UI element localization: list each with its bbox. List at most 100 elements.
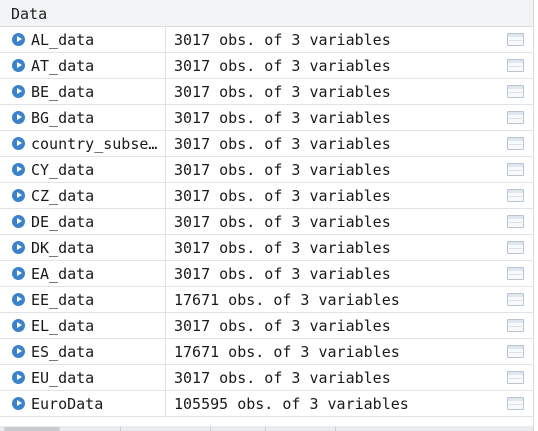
expand-arrow-icon[interactable] xyxy=(12,397,25,410)
object-summary: 3017 obs. of 3 variables xyxy=(174,265,391,283)
object-name-cell: EA_data xyxy=(0,261,166,286)
data-object-row[interactable]: ES_data 17671 obs. of 3 variables xyxy=(0,339,533,365)
object-summary: 105595 obs. of 3 variables xyxy=(174,395,409,413)
object-name: DE_data xyxy=(31,213,95,231)
data-object-row[interactable]: DK_data 3017 obs. of 3 variables xyxy=(0,235,533,261)
object-name-cell: ES_data xyxy=(0,339,166,364)
scrollbar-thumb[interactable] xyxy=(4,427,60,431)
data-object-list: AL_data 3017 obs. of 3 variables AT_data 30… xyxy=(0,27,533,417)
data-section-header: Data xyxy=(0,0,533,27)
expand-arrow-icon[interactable] xyxy=(12,345,25,358)
horizontal-scrollbar[interactable] xyxy=(0,426,533,431)
expand-arrow-icon[interactable] xyxy=(12,293,25,306)
data-grid-icon[interactable] xyxy=(507,163,524,176)
object-summary: 17671 obs. of 3 variables xyxy=(174,291,400,309)
object-summary: 3017 obs. of 3 variables xyxy=(174,57,391,75)
object-summary: 3017 obs. of 3 variables xyxy=(174,317,391,335)
object-name: AT_data xyxy=(31,57,95,75)
object-name: ES_data xyxy=(31,343,95,361)
object-name-cell: EuroData xyxy=(0,391,166,416)
data-object-row[interactable]: CY_data 3017 obs. of 3 variables xyxy=(0,157,533,183)
object-name-cell: BG_data xyxy=(0,105,166,130)
data-grid-icon[interactable] xyxy=(507,85,524,98)
object-name: EL_data xyxy=(31,317,95,335)
data-grid-icon[interactable] xyxy=(507,215,524,228)
object-name: EA_data xyxy=(31,265,95,283)
object-name-cell: EU_data xyxy=(0,365,166,390)
data-grid-icon[interactable] xyxy=(507,111,524,124)
data-object-row[interactable]: EU_data 3017 obs. of 3 variables xyxy=(0,365,533,391)
expand-arrow-icon[interactable] xyxy=(12,215,25,228)
object-name: EE_data xyxy=(31,291,95,309)
scrollbar-divider xyxy=(265,427,266,431)
object-name-cell: BE_data xyxy=(0,79,166,104)
section-title: Data xyxy=(11,5,48,23)
data-grid-icon[interactable] xyxy=(507,293,524,306)
expand-arrow-icon[interactable] xyxy=(12,371,25,384)
object-name-cell: EL_data xyxy=(0,313,166,338)
object-summary: 3017 obs. of 3 variables xyxy=(174,135,391,153)
expand-arrow-icon[interactable] xyxy=(12,59,25,72)
expand-arrow-icon[interactable] xyxy=(12,85,25,98)
data-object-row[interactable]: EuroData 105595 obs. of 3 variables xyxy=(0,391,533,417)
expand-arrow-icon[interactable] xyxy=(12,137,25,150)
object-summary: 3017 obs. of 3 variables xyxy=(174,31,391,49)
data-object-row[interactable]: EE_data 17671 obs. of 3 variables xyxy=(0,287,533,313)
data-grid-icon[interactable] xyxy=(507,319,524,332)
object-summary: 3017 obs. of 3 variables xyxy=(174,83,391,101)
object-name: AL_data xyxy=(31,31,95,49)
data-grid-icon[interactable] xyxy=(507,345,524,358)
data-object-row[interactable]: BG_data 3017 obs. of 3 variables xyxy=(0,105,533,131)
object-name: DK_data xyxy=(31,239,95,257)
data-object-row[interactable]: CZ_data 3017 obs. of 3 variables xyxy=(0,183,533,209)
data-object-row[interactable]: DE_data 3017 obs. of 3 variables xyxy=(0,209,533,235)
expand-arrow-icon[interactable] xyxy=(12,33,25,46)
expand-arrow-icon[interactable] xyxy=(12,267,25,280)
object-name-cell: DE_data xyxy=(0,209,166,234)
data-object-row[interactable]: BE_data 3017 obs. of 3 variables xyxy=(0,79,533,105)
environment-panel: Data AL_data 3017 obs. of 3 variables AT_d… xyxy=(0,0,534,431)
data-object-row[interactable]: AT_data 3017 obs. of 3 variables xyxy=(0,53,533,79)
object-name-cell: AT_data xyxy=(0,53,166,78)
object-name-cell: DK_data xyxy=(0,235,166,260)
data-grid-icon[interactable] xyxy=(507,137,524,150)
expand-arrow-icon[interactable] xyxy=(12,319,25,332)
object-name-cell: country_subse… xyxy=(0,131,166,156)
object-summary: 17671 obs. of 3 variables xyxy=(174,343,400,361)
object-summary: 3017 obs. of 3 variables xyxy=(174,213,391,231)
scrollbar-divider xyxy=(335,427,336,431)
expand-arrow-icon[interactable] xyxy=(12,163,25,176)
object-name-cell: CY_data xyxy=(0,157,166,182)
object-name: EU_data xyxy=(31,369,95,387)
object-name: CY_data xyxy=(31,161,95,179)
object-summary: 3017 obs. of 3 variables xyxy=(174,239,391,257)
data-grid-icon[interactable] xyxy=(507,371,524,384)
scrollbar-divider xyxy=(120,427,121,431)
object-name-cell: EE_data xyxy=(0,287,166,312)
object-summary: 3017 obs. of 3 variables xyxy=(174,187,391,205)
data-grid-icon[interactable] xyxy=(507,59,524,72)
expand-arrow-icon[interactable] xyxy=(12,111,25,124)
expand-arrow-icon[interactable] xyxy=(12,189,25,202)
data-grid-icon[interactable] xyxy=(507,189,524,202)
object-summary: 3017 obs. of 3 variables xyxy=(174,109,391,127)
data-grid-icon[interactable] xyxy=(507,241,524,254)
data-grid-icon[interactable] xyxy=(507,33,524,46)
object-summary: 3017 obs. of 3 variables xyxy=(174,161,391,179)
data-object-row[interactable]: AL_data 3017 obs. of 3 variables xyxy=(0,27,533,53)
scrollbar-divider xyxy=(210,427,211,431)
object-name: EuroData xyxy=(31,395,104,413)
data-object-row[interactable]: country_subse… 3017 obs. of 3 variables xyxy=(0,131,533,157)
object-name: BE_data xyxy=(31,83,95,101)
object-name-cell: AL_data xyxy=(0,27,166,52)
data-grid-icon[interactable] xyxy=(507,397,524,410)
object-summary: 3017 obs. of 3 variables xyxy=(174,369,391,387)
object-name: BG_data xyxy=(31,109,95,127)
expand-arrow-icon[interactable] xyxy=(12,241,25,254)
object-name-cell: CZ_data xyxy=(0,183,166,208)
data-object-row[interactable]: EA_data 3017 obs. of 3 variables xyxy=(0,261,533,287)
data-grid-icon[interactable] xyxy=(507,267,524,280)
data-object-row[interactable]: EL_data 3017 obs. of 3 variables xyxy=(0,313,533,339)
object-name: CZ_data xyxy=(31,187,95,205)
object-name: country_subse… xyxy=(31,135,158,153)
